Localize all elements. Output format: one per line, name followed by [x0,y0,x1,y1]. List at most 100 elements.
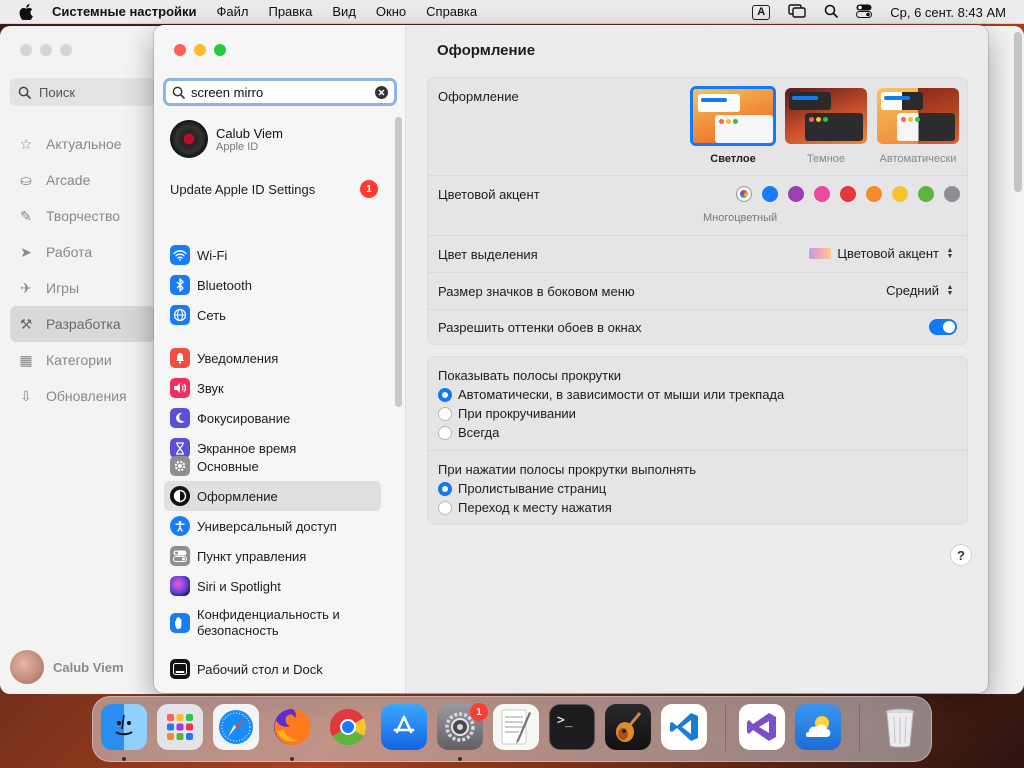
accent-swatch-multicolor[interactable] [736,186,752,202]
clock-datetime[interactable]: Ср, 6 сент. 8:43 AM [890,5,1006,20]
launchpad-icon[interactable] [157,704,203,750]
apple-menu-icon[interactable] [18,0,34,24]
back-nav-item-2[interactable]: ✎ Творчество [10,198,155,234]
back-nav-item-7[interactable]: ⇩ Обновления [10,378,155,414]
sidebar-item-general[interactable]: Основные [164,451,381,481]
radio-label: При прокручивании [458,406,576,421]
sidebar-item-bluetooth[interactable]: Bluetooth [164,270,381,300]
popup-stepper-icon: ▲ ▼ [946,246,954,260]
scrollbars-auto-radio[interactable]: Автоматически, в зависимости от мыши или… [438,387,784,402]
globe-icon [170,305,190,325]
garageband-icon[interactable] [605,704,651,750]
back-nav-label: Разработка [46,316,121,332]
running-indicator [458,757,462,761]
accent-swatch-1a7cf5[interactable] [762,186,778,202]
update-apple-id-settings[interactable]: Update Apple ID Settings 1 [170,179,378,199]
accent-swatch-f6c431[interactable] [892,186,908,202]
radio-selected-icon [438,481,452,496]
background-scrollbar[interactable] [1014,32,1022,192]
sidebar-icon-size-popup[interactable]: Средний ▲ ▼ [886,283,955,298]
sidebar-icon-size-value: Средний [886,283,939,298]
input-source-icon[interactable]: A [752,4,771,20]
apple-id-row[interactable]: Calub Viem Apple ID [170,120,283,158]
sidebar-item-label: Пункт управления [197,548,307,564]
trash-icon[interactable] [877,704,923,750]
back-nav-item-3[interactable]: ➤ Работа [10,234,155,270]
appearance-light-option[interactable] [690,86,776,146]
grid-icon: ▦ [19,351,33,368]
sidebar-item-wifi[interactable]: Wi-Fi [164,240,381,270]
finder-icon[interactable] [101,704,147,750]
accent-swatch-5fb43f[interactable] [918,186,934,202]
chrome-icon[interactable] [325,704,371,750]
back-nav-item-0[interactable]: ☆ Актуальное [10,126,155,162]
menu-window[interactable]: Окно [376,4,406,19]
back-nav-item-1[interactable]: ⛀ Arcade [10,162,155,198]
sidebar-item-desktop-dock[interactable]: Рабочий стол и Dock [164,654,381,684]
vscode-icon[interactable] [661,704,707,750]
highlight-color-popup[interactable]: Цветовой акцент ▲ ▼ [809,246,955,261]
sidebar-item-label: Wi-Fi [197,247,228,263]
weather-icon[interactable] [795,704,841,750]
appearance-auto-option[interactable] [877,88,959,144]
sidebar-item-privacy-security[interactable]: Конфиденциальность и безопасность [164,601,381,645]
help-button[interactable]: ? [950,544,972,566]
spotlight-search-icon[interactable] [824,4,839,21]
menu-app-name[interactable]: Системные настройки [52,4,197,19]
sidebar-item-accessibility[interactable]: Универсальный доступ [164,511,381,541]
sidebar-item-focus[interactable]: Фокусирование [164,403,381,433]
click-scroll-page-radio[interactable]: Пролистывание страниц [438,481,606,496]
accent-selected-caption: Многоцветный [703,212,778,224]
sidebar-item-control-center[interactable]: Пункт управления [164,541,381,571]
sidebar-item-appearance[interactable]: Оформление [164,481,381,511]
visual-studio-icon[interactable] [739,704,785,750]
running-indicator [290,757,294,761]
safari-icon[interactable] [213,704,259,750]
background-search-field[interactable]: Поиск [10,78,155,106]
sidebar-item-network[interactable]: Сеть [164,300,381,330]
sidebar-item-sound[interactable]: Звук [164,373,381,403]
scrollbars-always-radio[interactable]: Всегда [438,425,499,440]
menu-view[interactable]: Вид [332,4,356,19]
textedit-icon[interactable] [493,704,539,750]
menu-edit[interactable]: Правка [268,4,312,19]
sidebar-item-siri-spotlight[interactable]: Siri и Spotlight [164,571,381,601]
accent-swatch-9b3fb5[interactable] [788,186,804,202]
menu-help[interactable]: Справка [426,4,477,19]
appearance-dark-option[interactable] [785,88,867,144]
accent-swatch-e0383e[interactable] [840,186,856,202]
zoom-window-button[interactable] [214,44,226,56]
background-window-controls [20,44,72,56]
sidebar-item-label: Siri и Spotlight [197,578,281,594]
close-window-button[interactable] [174,44,186,56]
screen-mirroring-icon[interactable] [788,3,806,21]
speaker-icon [170,378,190,398]
back-nav-item-4[interactable]: ✈ Игры [10,270,155,306]
clear-search-icon[interactable] [375,86,388,99]
scrollbars-scrolling-radio[interactable]: При прокручивании [438,406,576,421]
background-user[interactable]: Calub Viem [10,650,124,684]
app-store-icon[interactable] [381,704,427,750]
sidebar-item-label: Оформление [197,488,278,504]
terminal-icon[interactable]: >_ [549,704,595,750]
minimize-window-button[interactable] [194,44,206,56]
settings-search-field[interactable] [163,78,397,106]
highlight-color-label: Цвет выделения [438,247,538,262]
control-center-menubar-icon[interactable] [856,4,873,21]
menu-file[interactable]: Файл [217,4,249,19]
accent-swatch-8e8e93[interactable] [944,186,960,202]
sidebar-item-label: Фокусирование [197,410,291,426]
firefox-icon[interactable] [269,704,315,750]
sidebar-scrollbar[interactable] [395,117,402,407]
back-nav-item-6[interactable]: ▦ Категории [10,342,155,378]
wallpaper-tint-toggle[interactable] [929,319,957,335]
accent-swatch-e94b9c[interactable] [814,186,830,202]
highlight-color-row: Цвет выделения Цветовой акцент ▲ ▼ [428,236,967,273]
accent-swatch-f5892b[interactable] [866,186,882,202]
back-nav-item-5[interactable]: ⚒ Разработка [10,306,155,342]
click-scroll-spot-radio[interactable]: Переход к месту нажатия [438,500,612,515]
sidebar-item-notifications[interactable]: Уведомления [164,343,381,373]
dock-separator [859,705,860,751]
search-input[interactable] [191,84,371,100]
background-search-placeholder: Поиск [39,84,76,100]
